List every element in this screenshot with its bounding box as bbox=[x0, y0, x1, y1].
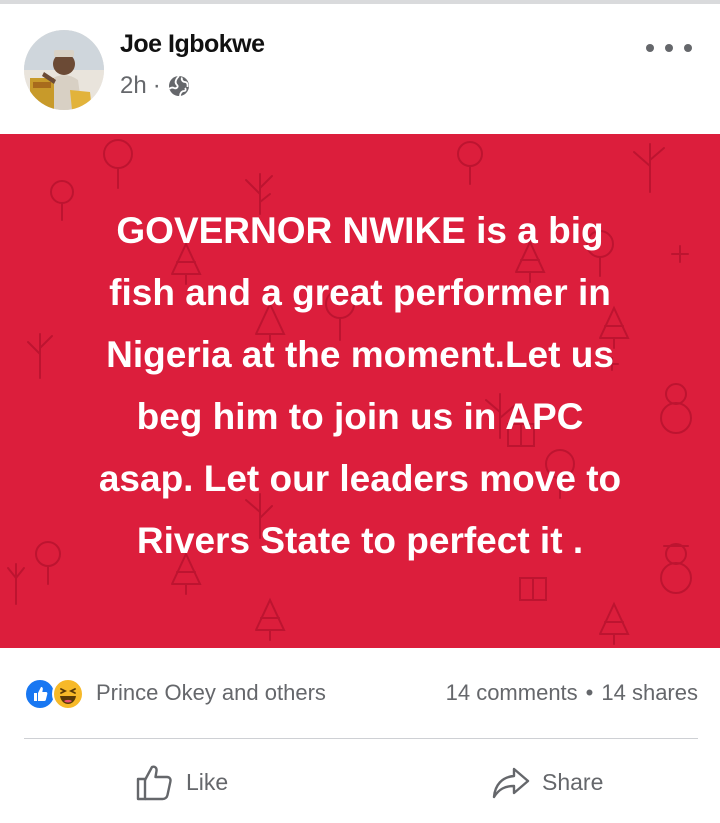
more-dot bbox=[684, 44, 692, 52]
counts-separator: • bbox=[585, 680, 594, 705]
post-time[interactable]: 2h bbox=[120, 72, 147, 100]
post-text-line: Rivers State to perfect it . bbox=[136, 520, 584, 561]
more-options-icon[interactable] bbox=[646, 34, 692, 62]
post-text-line: GOVERNOR NWIKE is a big bbox=[116, 210, 604, 251]
meta-separator: · bbox=[152, 72, 161, 99]
like-button[interactable]: Like bbox=[134, 758, 228, 806]
post-header: Joe Igbokwe 2h · bbox=[0, 4, 720, 134]
post-text-line: asap. Let our leaders move to bbox=[98, 458, 622, 499]
share-arrow-icon bbox=[492, 767, 530, 799]
thumbs-up-icon bbox=[136, 765, 172, 801]
actions-divider bbox=[24, 738, 698, 739]
author-avatar[interactable] bbox=[24, 30, 104, 110]
reaction-icons[interactable] bbox=[24, 678, 90, 710]
globe-icon bbox=[168, 75, 189, 97]
engagement-counts: 14 comments • 14 shares bbox=[446, 680, 698, 706]
more-dot bbox=[646, 44, 654, 52]
post-meta: 2h · bbox=[120, 72, 191, 100]
post-text-line: fish and a great performer in bbox=[109, 272, 611, 313]
share-label: Share bbox=[542, 768, 604, 795]
comments-count[interactable]: 14 comments bbox=[446, 680, 578, 705]
engagement-row: Prince Okey and others 14 comments • 14 sh… bbox=[0, 668, 720, 718]
haha-reaction-icon bbox=[52, 678, 84, 710]
post-background-banner: GOVERNOR NWIKE is a big fish and a great… bbox=[0, 134, 720, 648]
shares-count[interactable]: 14 shares bbox=[601, 680, 698, 705]
author-name[interactable]: Joe Igbokwe bbox=[120, 30, 265, 59]
share-button[interactable]: Share bbox=[490, 758, 603, 806]
more-dot bbox=[665, 44, 673, 52]
post-text: GOVERNOR NWIKE is a big fish and a great… bbox=[40, 200, 680, 572]
post-text-line: beg him to join us in APC bbox=[136, 396, 584, 437]
reactors-text[interactable]: Prince Okey and others bbox=[96, 680, 326, 706]
like-label: Like bbox=[186, 768, 229, 795]
facebook-post: Joe Igbokwe 2h · GOVERNOR NWIKE is a big… bbox=[0, 0, 720, 823]
post-text-line: Nigeria at the moment.Let us bbox=[106, 334, 614, 375]
avatar-photo bbox=[24, 30, 104, 110]
